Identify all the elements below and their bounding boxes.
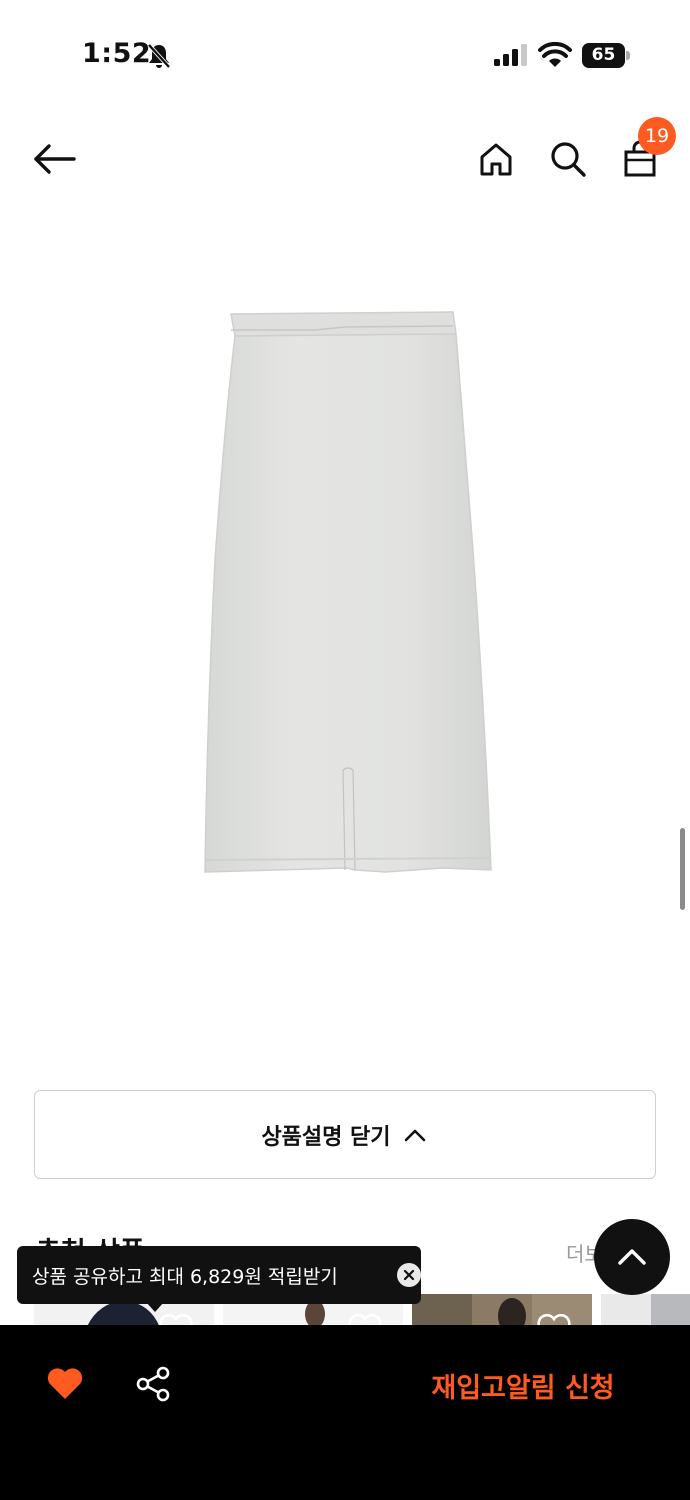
skirt-image[interactable] xyxy=(195,300,500,890)
share-reward-tooltip: 상품 공유하고 최대 6,829원 적립받기 xyxy=(17,1246,421,1304)
scrollbar[interactable] xyxy=(680,828,685,910)
back-button[interactable] xyxy=(30,135,78,183)
like-button[interactable] xyxy=(44,1363,86,1405)
restock-alert-label: 재입고알림 신청 xyxy=(431,1372,615,1404)
chevron-up-icon xyxy=(618,1249,646,1265)
nav-bar xyxy=(0,110,690,210)
status-time: 1:52 xyxy=(82,38,152,69)
home-button[interactable] xyxy=(472,135,520,183)
chevron-up-icon xyxy=(404,1129,425,1141)
share-tooltip-text: 상품 공유하고 최대 6,829원 적립받기 xyxy=(32,1265,338,1288)
cart-count-badge: 19 xyxy=(638,117,676,155)
close-icon xyxy=(403,1269,415,1281)
recommended-product-thumb[interactable] xyxy=(601,1294,690,1326)
tooltip-arrow xyxy=(146,1302,164,1312)
bottom-action-bar: 재입고알림 신청 xyxy=(0,1325,690,1500)
status-bar: 1:52 65 xyxy=(0,0,690,110)
signal-icon xyxy=(494,44,527,66)
recommended-product-thumb[interactable] xyxy=(412,1294,592,1326)
search-button[interactable] xyxy=(544,135,592,183)
arrow-left-icon xyxy=(34,144,76,174)
wifi-icon xyxy=(538,42,572,67)
heart-filled-icon xyxy=(47,1368,83,1399)
share-button[interactable] xyxy=(132,1363,174,1405)
battery-icon: 65 xyxy=(582,43,630,68)
battery-tip xyxy=(626,51,630,60)
description-toggle-button[interactable]: 상품설명 닫기 xyxy=(34,1090,656,1179)
tooltip-close-button[interactable] xyxy=(397,1263,421,1287)
scroll-to-top-button[interactable] xyxy=(594,1219,670,1295)
description-toggle-label: 상품설명 닫기 xyxy=(261,1124,391,1150)
bell-off-icon xyxy=(147,43,171,69)
product-thumb-image xyxy=(601,1294,690,1326)
search-icon xyxy=(551,142,586,177)
battery-level: 65 xyxy=(582,43,625,68)
restock-alert-button[interactable]: 재입고알림 신청 xyxy=(410,1359,636,1411)
home-icon xyxy=(480,143,512,176)
share-icon xyxy=(136,1366,170,1402)
